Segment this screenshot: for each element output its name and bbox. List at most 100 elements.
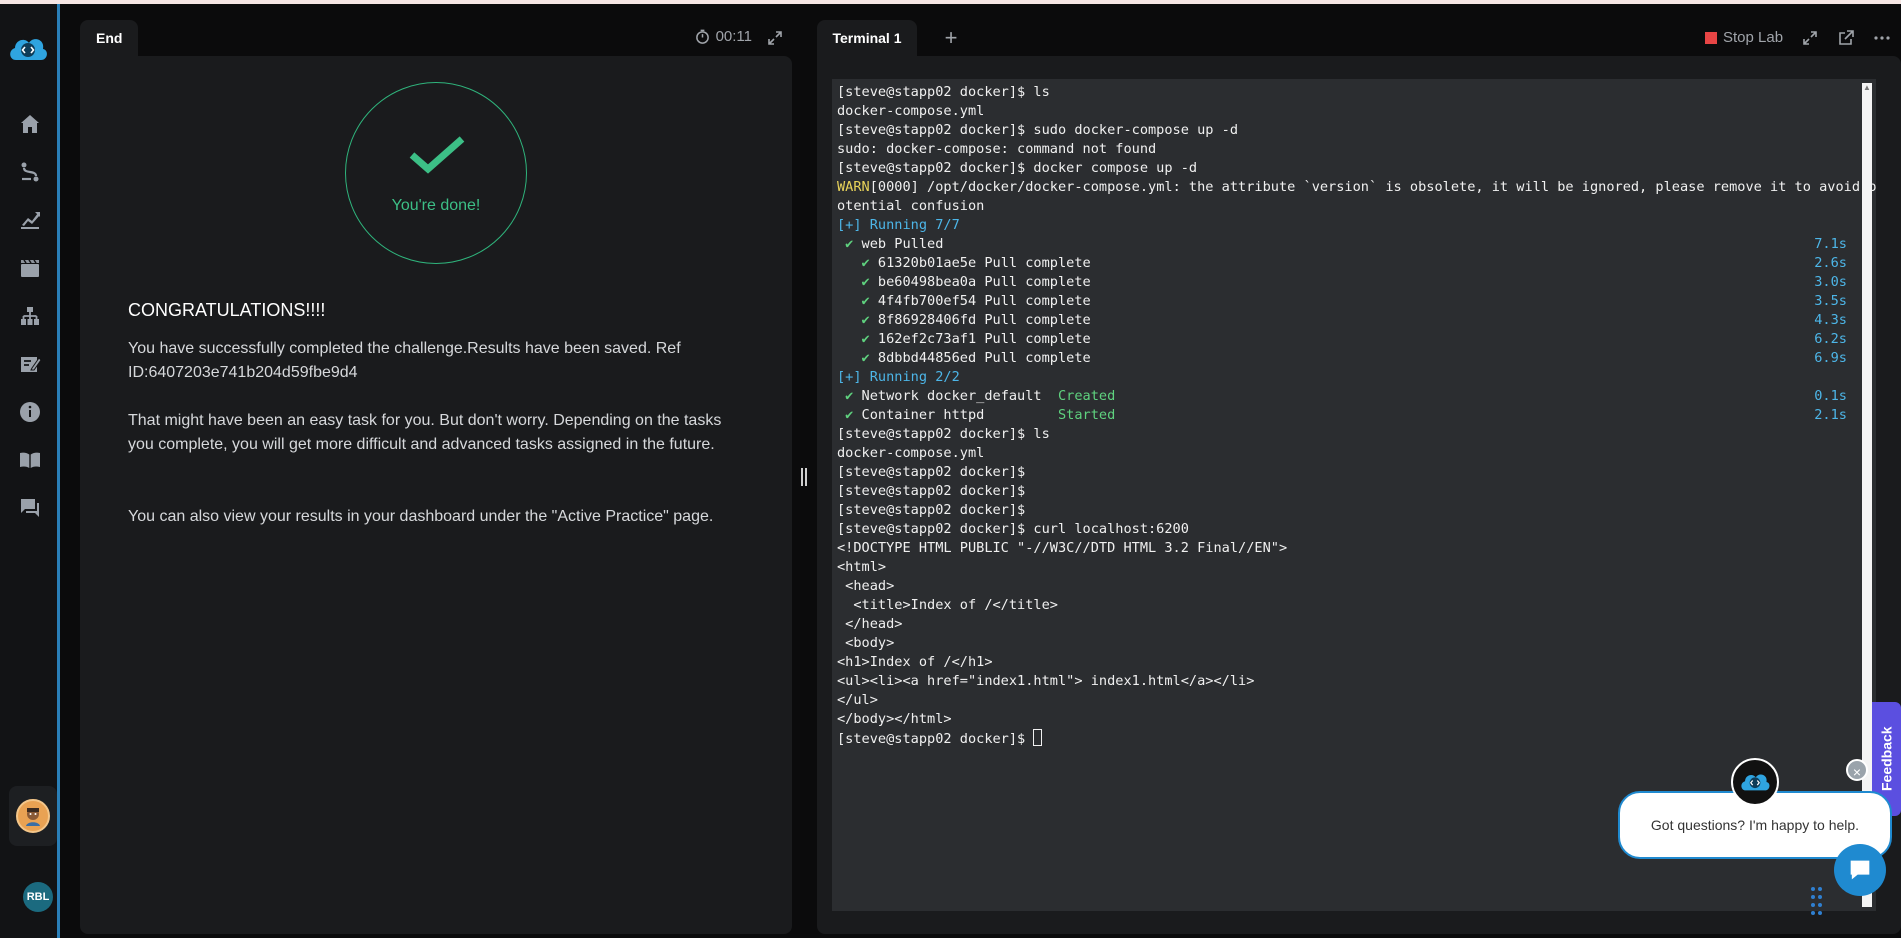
terminal-line: ✔ be60498bea0a Pull complete 3.0s: [837, 273, 1847, 292]
stop-lab-label: Stop Lab: [1723, 29, 1784, 46]
open-external-icon[interactable]: [1837, 29, 1855, 47]
chart-icon[interactable]: [16, 206, 44, 234]
edit-note-icon[interactable]: [16, 350, 44, 378]
terminal-text: [0000] /opt/docker/docker-compose.yml: t…: [869, 179, 1876, 195]
running-status: [+] Running 7/7: [837, 217, 960, 233]
container-status: Created: [1057, 388, 1116, 404]
app-logo-icon[interactable]: [6, 32, 50, 66]
terminal-line: [steve@stapp02 docker]$: [837, 729, 1847, 748]
terminal-text: [steve@stapp02 docker]$: [837, 731, 1034, 747]
terminal-line: otential confusion: [837, 197, 1847, 216]
panel-resize-handle[interactable]: [801, 468, 809, 486]
terminal-line: <head>: [837, 577, 1847, 596]
terminal-text: <h1>Index of /</h1>: [837, 654, 993, 670]
timer: 00:11: [695, 28, 752, 45]
avatar-container[interactable]: [9, 786, 57, 846]
add-tab-button[interactable]: +: [939, 26, 963, 50]
terminal-text: 4f4fb700ef54 Pull complete: [869, 293, 1091, 309]
terminal-line: <ul><li><a href="index1.html"> index1.ht…: [837, 672, 1847, 691]
terminal-text: <body>: [837, 635, 895, 651]
terminal-text: [steve@stapp02 docker]$ docker compose u…: [837, 160, 1198, 176]
stop-lab-button[interactable]: Stop Lab: [1705, 29, 1783, 46]
chat-bubble-icon: [1850, 860, 1870, 880]
terminal-text: [steve@stapp02 docker]$ ls: [837, 426, 1050, 442]
tab-terminal-1[interactable]: Terminal 1: [817, 20, 917, 56]
home-icon[interactable]: [16, 110, 44, 138]
check-icon: ✔: [837, 236, 854, 252]
running-status: [+] Running 2/2: [837, 369, 960, 385]
terminal-text: web Pulled: [853, 236, 944, 252]
terminal-text: <head>: [837, 578, 895, 594]
terminal-line: [steve@stapp02 docker]$: [837, 482, 1847, 501]
terminal-text: </ul>: [837, 692, 878, 708]
path-icon[interactable]: [16, 158, 44, 186]
avatar[interactable]: [16, 799, 50, 833]
scroll-up-arrow-icon[interactable]: ▲: [1862, 83, 1872, 93]
container-status: Started: [1057, 407, 1116, 423]
more-options-icon[interactable]: [1873, 29, 1891, 47]
check-icon: ✔: [837, 407, 854, 423]
terminal-text: sudo: docker-compose: command not found: [837, 141, 1157, 157]
done-label: You're done!: [391, 197, 481, 214]
timer-value: 00:11: [715, 28, 752, 45]
book-icon[interactable]: [16, 446, 44, 474]
terminal-text: [steve@stapp02 docker]$: [837, 483, 1026, 499]
terminal-line: [steve@stapp02 docker]$ ls: [837, 83, 1847, 102]
terminal-line: [steve@stapp02 docker]$: [837, 463, 1847, 482]
elapsed-time: 3.0s: [1814, 274, 1847, 290]
check-icon: ✔: [837, 388, 854, 404]
elapsed-time: 6.9s: [1814, 350, 1847, 366]
terminal-line: <!DOCTYPE HTML PUBLIC "-//W3C//DTD HTML …: [837, 539, 1847, 558]
expand-icon[interactable]: [766, 29, 784, 47]
terminal-text: Container httpd: [853, 407, 1058, 423]
user-initials-badge[interactable]: RBL: [23, 882, 53, 912]
close-chat-button[interactable]: ×: [1846, 759, 1868, 781]
terminal-line: [steve@stapp02 docker]$ docker compose u…: [837, 159, 1847, 178]
check-icon: ✔: [837, 350, 870, 366]
elapsed-time: 7.1s: [1814, 236, 1847, 252]
elapsed-time: 6.2s: [1814, 331, 1847, 347]
check-icon: ✔: [837, 331, 870, 347]
terminal-window[interactable]: [steve@stapp02 docker]$ ls docker-compose…: [832, 79, 1876, 911]
terminal-text: <title>Index of /</title>: [837, 597, 1058, 613]
terminal-text: </body></html>: [837, 711, 952, 727]
info-icon[interactable]: [16, 398, 44, 426]
tab-end[interactable]: End: [80, 20, 139, 56]
terminal-line: [steve@stapp02 docker]$ curl localhost:6…: [837, 520, 1847, 539]
terminal-text: 8dbbd44856ed Pull complete: [869, 350, 1091, 366]
terminal-line: <title>Index of /</title>: [837, 596, 1847, 615]
expand-icon[interactable]: [1801, 29, 1819, 47]
terminal-line: ✔ web Pulled 7.1s: [837, 235, 1847, 254]
terminal-line: ✔ 8dbbd44856ed Pull complete 6.9s: [837, 349, 1847, 368]
terminal-line: <h1>Index of /</h1>: [837, 653, 1847, 672]
terminal-line: ✔ Container httpd Started 2.1s: [837, 406, 1847, 425]
elapsed-time: 0.1s: [1814, 388, 1847, 404]
terminal-line: [steve@stapp02 docker]$ ls: [837, 425, 1847, 444]
drag-handle-icon[interactable]: [1810, 886, 1824, 916]
terminal-line: [+] Running 7/7: [837, 216, 1847, 235]
terminal-line: [+] Running 2/2: [837, 368, 1847, 387]
terminal-text: docker-compose.yml: [837, 103, 985, 119]
film-icon[interactable]: [16, 254, 44, 282]
terminal-text: </head>: [837, 616, 903, 632]
terminal-scrollbar[interactable]: [1862, 83, 1872, 907]
elapsed-time: 2.1s: [1814, 407, 1847, 423]
terminal-line: [steve@stapp02 docker]$ sudo docker-comp…: [837, 121, 1847, 140]
completion-circle: You're done!: [345, 82, 527, 264]
hierarchy-icon[interactable]: [16, 302, 44, 330]
terminal-line: ✔ 61320b01ae5e Pull complete 2.6s: [837, 254, 1847, 273]
open-chat-button[interactable]: [1834, 844, 1886, 896]
terminal-text: [steve@stapp02 docker]$ ls: [837, 84, 1050, 100]
terminal-line: </head>: [837, 615, 1847, 634]
check-icon: ✔: [837, 274, 870, 290]
terminal-text: 162ef2c73af1 Pull complete: [869, 331, 1091, 347]
stopwatch-icon: [695, 29, 709, 44]
dashboard-paragraph: You can also view your results in your d…: [128, 508, 714, 525]
checkmark-icon: [409, 136, 465, 174]
terminal-line: ✔ 4f4fb700ef54 Pull complete 3.5s: [837, 292, 1847, 311]
terminal-line: <body>: [837, 634, 1847, 653]
terminal-text: [steve@stapp02 docker]$ sudo docker-comp…: [837, 122, 1239, 138]
chat-icon[interactable]: [16, 494, 44, 522]
elapsed-time: 2.6s: [1814, 255, 1847, 271]
result-paragraph: You have successfully completed the chal…: [128, 340, 681, 381]
